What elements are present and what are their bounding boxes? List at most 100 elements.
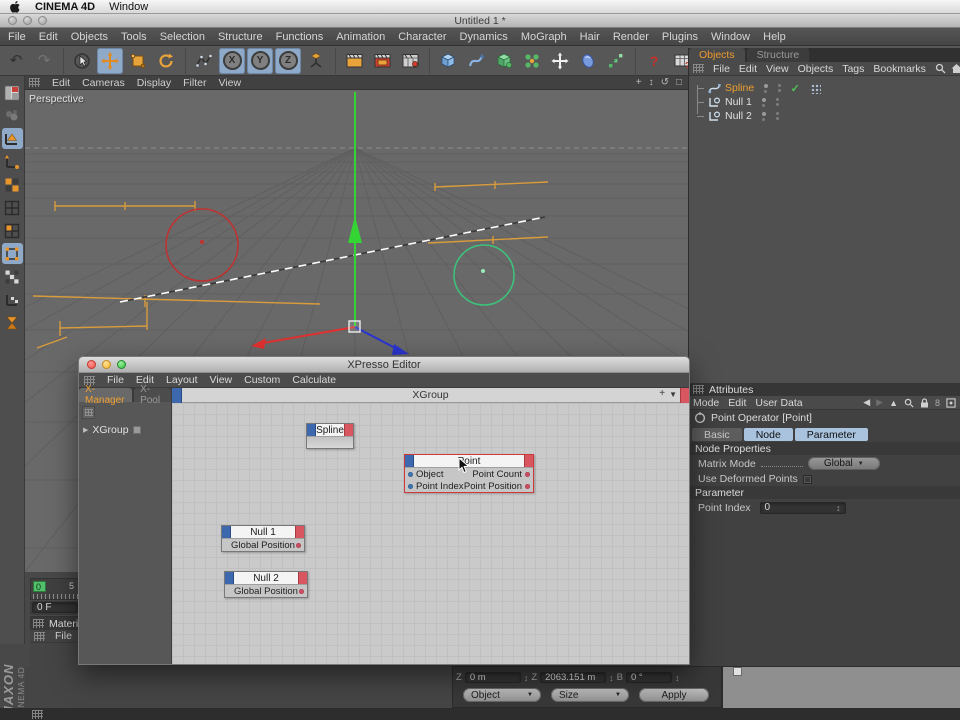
output-port-dot[interactable] (299, 588, 304, 594)
edge-tool-button[interactable] (2, 266, 23, 287)
render-toggles[interactable] (778, 84, 782, 92)
object-row-spline[interactable]: Spline ✓ (689, 81, 960, 95)
node-output-corner[interactable] (298, 572, 307, 584)
axis-gizmo[interactable] (251, 92, 409, 355)
orbit-view-icon[interactable]: ↺ (661, 77, 669, 88)
xpresso-node-spline[interactable]: Spline (306, 423, 354, 449)
live-selection-button[interactable] (69, 48, 95, 74)
stepper-icon[interactable]: ↕ (524, 673, 529, 683)
om-menu-view[interactable]: View (766, 63, 789, 75)
timeline-marker[interactable]: 0 (33, 581, 46, 592)
tab-x-manager[interactable]: X-Manager (79, 384, 133, 406)
section-parameter[interactable]: Parameter (689, 486, 960, 499)
section-node-properties[interactable]: Node Properties (689, 442, 960, 455)
app-name[interactable]: CINEMA 4D (35, 1, 95, 13)
environment-button[interactable] (575, 48, 601, 74)
tab-basic[interactable]: Basic (692, 428, 742, 441)
add-array-button[interactable] (519, 48, 545, 74)
size-mode-dropdown[interactable]: Size ▼ (551, 688, 629, 702)
null-2-circle[interactable] (453, 244, 515, 306)
menu-structure[interactable]: Structure (218, 31, 263, 43)
menu-render[interactable]: Render (613, 31, 649, 43)
model-tool-button[interactable] (2, 151, 23, 172)
coord-z-size-field[interactable]: 2063.151 m (540, 672, 607, 683)
xp-menu-calculate[interactable]: Calculate (292, 374, 336, 386)
vp-menu-edit[interactable]: Edit (52, 77, 70, 89)
search-icon[interactable] (904, 398, 914, 408)
menu-mograph[interactable]: MoGraph (521, 31, 567, 43)
xp-menu-view[interactable]: View (210, 374, 233, 386)
object-axis-tool-button[interactable] (2, 220, 23, 241)
add-modifier-button[interactable] (491, 48, 517, 74)
render-region-button[interactable] (369, 48, 395, 74)
vp-menu-filter[interactable]: Filter (183, 77, 206, 89)
render-toggles[interactable] (775, 98, 779, 106)
polygon-tool-button[interactable] (2, 289, 23, 310)
panel-grip-icon[interactable] (32, 709, 43, 719)
node-input-corner[interactable] (405, 455, 414, 467)
node-output-corner[interactable] (295, 526, 304, 538)
disclosure-icon[interactable]: ▶ (83, 426, 88, 434)
node-graph-canvas[interactable]: Spline Point Object Point Count Point In… (172, 403, 689, 664)
x-axis-lock-button[interactable]: X (219, 47, 245, 74)
om-menu-file[interactable]: File (713, 63, 730, 75)
tab-node[interactable]: Node (743, 428, 793, 441)
xpresso-node-null1[interactable]: Null 1 Global Position (221, 525, 305, 552)
om-menu-edit[interactable]: Edit (739, 63, 757, 75)
stepper-icon[interactable]: ↕ (609, 673, 614, 683)
render-view-button[interactable] (341, 48, 367, 74)
canvas-pan-icon[interactable]: + (659, 388, 665, 399)
object-name[interactable]: Null 1 (725, 96, 752, 108)
menu-dynamics[interactable]: Dynamics (460, 31, 508, 43)
object-name[interactable]: Null 2 (725, 110, 752, 122)
deformer-button[interactable] (603, 48, 629, 74)
link-icon[interactable]: 8 (935, 398, 940, 408)
scale-tool-button[interactable] (125, 48, 151, 74)
coord-rotation-field[interactable]: 0 ° (625, 672, 672, 683)
rotate-tool-button[interactable] (153, 48, 179, 74)
history-forward-icon[interactable]: ▶ (876, 397, 883, 408)
node-input-corner[interactable] (222, 526, 231, 538)
input-port-dot[interactable] (408, 483, 413, 489)
panel-grip-icon[interactable] (33, 619, 44, 628)
menu-character[interactable]: Character (398, 31, 446, 43)
xpresso-node-null2[interactable]: Null 2 Global Position (224, 571, 308, 598)
make-editable-button[interactable] (1, 128, 23, 149)
snap-settings-button[interactable] (2, 312, 23, 333)
tab-structure[interactable]: Structure (746, 48, 810, 62)
menu-objects[interactable]: Objects (71, 31, 108, 43)
particles-button[interactable] (547, 48, 573, 74)
xpresso-tag-icon[interactable] (809, 82, 821, 94)
object-row-null1[interactable]: Null 1 (689, 95, 960, 109)
history-back-icon[interactable]: ◀ (863, 397, 870, 408)
parent-up-icon[interactable]: ▲ (889, 398, 898, 408)
apple-icon[interactable] (10, 0, 21, 13)
disabled-tool-button[interactable] (2, 105, 23, 126)
maximize-view-icon[interactable]: □ (676, 77, 682, 88)
output-port-dot[interactable] (525, 471, 530, 477)
node-output-corner[interactable] (344, 424, 353, 436)
move-tool-button[interactable] (97, 47, 123, 74)
stepper-icon[interactable]: ↕ (675, 673, 680, 683)
menu-help[interactable]: Help (763, 31, 786, 43)
om-menu-objects[interactable]: Objects (798, 63, 834, 75)
point-tool-button[interactable] (1, 243, 23, 264)
selected-spline[interactable] (119, 216, 546, 303)
macos-menu-window[interactable]: Window (109, 1, 148, 13)
lock-icon[interactable] (920, 397, 929, 408)
attr-menu-mode[interactable]: Mode (693, 397, 719, 409)
undo-button[interactable]: ↶ (3, 48, 29, 74)
home-icon[interactable] (951, 63, 960, 74)
texture-tool-button[interactable] (2, 174, 23, 195)
menu-selection[interactable]: Selection (160, 31, 205, 43)
origin-cube[interactable] (348, 320, 361, 333)
menu-window[interactable]: Window (711, 31, 750, 43)
node-input-corner[interactable] (225, 572, 234, 584)
redo-button[interactable]: ↷ (31, 48, 57, 74)
object-row-null2[interactable]: Null 2 (689, 109, 960, 123)
panel-resize-grip[interactable] (733, 667, 742, 676)
panel-grip-icon[interactable] (693, 385, 704, 394)
menu-animation[interactable]: Animation (336, 31, 385, 43)
current-frame-field[interactable]: 0 F (32, 602, 78, 613)
panel-grip-icon[interactable] (29, 78, 40, 87)
